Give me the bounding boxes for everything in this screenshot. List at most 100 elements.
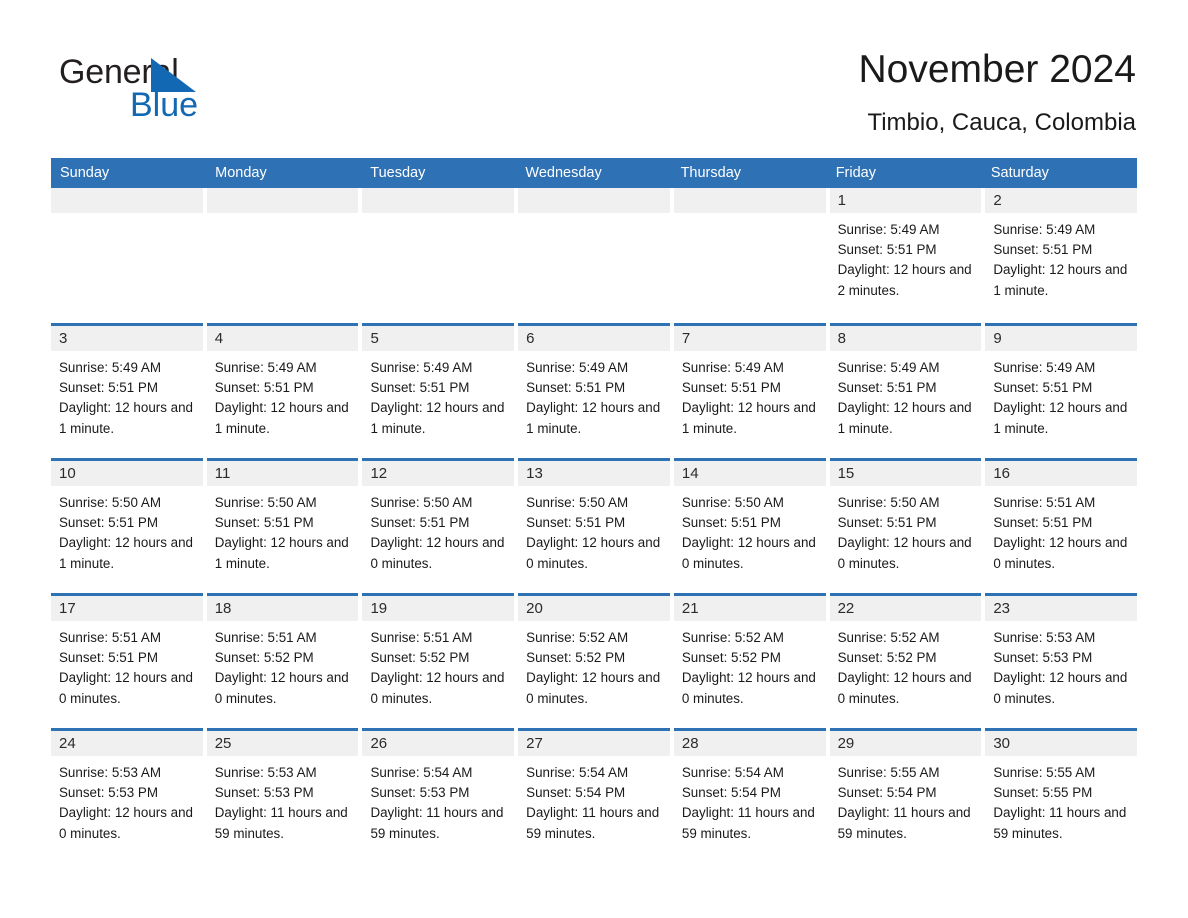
sunset-text: Sunset: 5:54 PM — [526, 785, 626, 801]
sunrise-text: Sunrise: 5:50 AM — [370, 495, 473, 510]
calendar-day-cell[interactable]: 18 Sunrise: 5:51 AM Sunset: 5:52 PM Dayligh… — [206, 593, 359, 728]
sunrise-text: Sunrise: 5:53 AM — [993, 630, 1096, 645]
daylight-text: Daylight: 12 hours and 1 minute. — [214, 535, 349, 571]
daylight-text: Daylight: 12 hours and 1 minute. — [837, 400, 972, 436]
day-number: 16 — [985, 461, 1138, 486]
sunrise-text: Sunrise: 5:49 AM — [59, 360, 161, 375]
sunset-text: Sunset: 5:51 PM — [370, 380, 470, 396]
day-details: Sunrise: 5:54 AM Sunset: 5:53 PM Daylight:… — [362, 756, 514, 844]
day-number: 27 — [518, 731, 670, 756]
daylight-text: Daylight: 12 hours and 0 minutes. — [837, 670, 972, 706]
sunrise-text: Sunrise: 5:50 AM — [59, 495, 161, 510]
calendar-day-cell[interactable]: 11 Sunrise: 5:50 AM Sunset: 5:51 PM Dayligh… — [206, 458, 359, 593]
title-block: November 2024 Timbio, Cauca, Colombia — [859, 46, 1137, 138]
generalblue-logo[interactable]: General Blue — [59, 52, 359, 124]
calendar-day-cell[interactable]: 21 Sunrise: 5:52 AM Sunset: 5:52 PM Dayligh… — [673, 593, 826, 728]
calendar-day-cell[interactable]: 6 Sunrise: 5:49 AM Sunset: 5:51 PM Daylight… — [518, 323, 670, 458]
calendar-day-cell[interactable]: 13 Sunrise: 5:50 AM Sunset: 5:51 PM Dayligh… — [518, 458, 670, 593]
calendar-page: General Blue November 2024 Timbio, Cauca… — [0, 0, 1188, 918]
daylight-text: Daylight: 12 hours and 1 minute. — [59, 535, 193, 571]
calendar-day-cell[interactable]: 15 Sunrise: 5:50 AM Sunset: 5:51 PM Dayligh… — [829, 458, 982, 593]
calendar-day-cell[interactable]: 12 Sunrise: 5:50 AM Sunset: 5:51 PM Dayligh… — [362, 458, 515, 593]
day-number: 23 — [985, 596, 1138, 621]
sunset-text: Sunset: 5:52 PM — [681, 650, 781, 666]
calendar-day-cell[interactable]: 16 Sunrise: 5:51 AM Sunset: 5:51 PM Dayligh… — [985, 458, 1138, 593]
calendar-day-cell-empty — [51, 188, 203, 323]
sunset-text: Sunset: 5:51 PM — [214, 380, 314, 396]
daylight-text: Daylight: 12 hours and 0 minutes. — [526, 535, 661, 571]
calendar-day-cell[interactable]: 30 Sunrise: 5:55 AM Sunset: 5:55 PM Dayligh… — [985, 728, 1138, 863]
calendar-day-cell[interactable]: 9 Sunrise: 5:49 AM Sunset: 5:51 PM Daylight… — [985, 323, 1138, 458]
sunrise-text: Sunrise: 5:52 AM — [837, 630, 940, 645]
daylight-text: Daylight: 12 hours and 1 minute. — [526, 400, 661, 436]
sunrise-text: Sunrise: 5:50 AM — [837, 495, 940, 510]
daylight-text: Daylight: 11 hours and 59 minutes. — [526, 805, 660, 841]
day-details: Sunrise: 5:52 AM Sunset: 5:52 PM Daylight:… — [674, 621, 826, 709]
calendar-day-cell[interactable]: 14 Sunrise: 5:50 AM Sunset: 5:51 PM Dayligh… — [673, 458, 826, 593]
day-details: Sunrise: 5:50 AM Sunset: 5:51 PM Daylight:… — [207, 486, 359, 574]
day-number: 18 — [206, 596, 359, 621]
sunset-text: Sunset: 5:55 PM — [993, 785, 1093, 801]
calendar-day-cell[interactable]: 5 Sunrise: 5:49 AM Sunset: 5:51 PM Daylight… — [362, 323, 515, 458]
page-title: November 2024 — [858, 48, 1137, 91]
day-number: 20 — [518, 596, 670, 621]
sunrise-text: Sunrise: 5:49 AM — [993, 360, 1096, 375]
calendar-day-cell[interactable]: 7 Sunrise: 5:49 AM Sunset: 5:51 PM Daylight… — [673, 323, 826, 458]
sunset-text: Sunset: 5:53 PM — [370, 785, 470, 801]
sunset-text: Sunset: 5:51 PM — [837, 242, 937, 258]
daylight-text: Daylight: 12 hours and 1 minute. — [370, 400, 505, 436]
calendar-day-cell[interactable]: 29 Sunrise: 5:55 AM Sunset: 5:54 PM Dayligh… — [829, 728, 982, 863]
day-details: Sunrise: 5:54 AM Sunset: 5:54 PM Daylight:… — [518, 756, 670, 844]
day-number: 4 — [206, 326, 359, 351]
calendar-day-cell[interactable]: 23 Sunrise: 5:53 AM Sunset: 5:53 PM Dayligh… — [985, 593, 1138, 728]
daylight-text: Daylight: 12 hours and 0 minutes. — [681, 670, 816, 706]
calendar-day-cell[interactable]: 1 Sunrise: 5:49 AM Sunset: 5:51 PM Daylight… — [829, 188, 982, 323]
sunrise-text: Sunrise: 5:49 AM — [681, 360, 784, 375]
sunset-text: Sunset: 5:51 PM — [993, 515, 1093, 531]
calendar-day-cell[interactable]: 8 Sunrise: 5:49 AM Sunset: 5:51 PM Daylight… — [829, 323, 982, 458]
sunset-text: Sunset: 5:51 PM — [993, 380, 1093, 396]
logo-text-blue: Blue — [130, 86, 199, 124]
sunset-text: Sunset: 5:51 PM — [681, 380, 781, 396]
day-details: Sunrise: 5:49 AM Sunset: 5:51 PM Daylight:… — [830, 351, 982, 439]
day-number: 9 — [985, 326, 1138, 351]
sunrise-text: Sunrise: 5:51 AM — [993, 495, 1096, 510]
sunset-text: Sunset: 5:54 PM — [837, 785, 937, 801]
calendar-day-cell[interactable]: 24 Sunrise: 5:53 AM Sunset: 5:53 PM Dayligh… — [51, 728, 203, 863]
sunset-text: Sunset: 5:51 PM — [837, 515, 937, 531]
sunrise-text: Sunrise: 5:52 AM — [681, 630, 784, 645]
calendar-day-cell[interactable]: 4 Sunrise: 5:49 AM Sunset: 5:51 PM Daylight… — [206, 323, 359, 458]
calendar-day-cell[interactable]: 19 Sunrise: 5:51 AM Sunset: 5:52 PM Dayligh… — [362, 593, 515, 728]
sunrise-text: Sunrise: 5:55 AM — [993, 765, 1096, 780]
day-details: Sunrise: 5:52 AM Sunset: 5:52 PM Daylight:… — [518, 621, 670, 709]
day-number: 10 — [51, 461, 203, 486]
sunrise-text: Sunrise: 5:54 AM — [526, 765, 629, 780]
calendar-day-cell[interactable]: 26 Sunrise: 5:54 AM Sunset: 5:53 PM Dayligh… — [362, 728, 515, 863]
day-number: 30 — [985, 731, 1138, 756]
daylight-text: Daylight: 12 hours and 0 minutes. — [59, 670, 193, 706]
calendar-day-cell[interactable]: 3 Sunrise: 5:49 AM Sunset: 5:51 PM Daylight… — [51, 323, 203, 458]
day-number: 11 — [206, 461, 359, 486]
calendar-day-cell[interactable]: 22 Sunrise: 5:52 AM Sunset: 5:52 PM Dayligh… — [829, 593, 982, 728]
day-number: 8 — [829, 326, 982, 351]
sunrise-text: Sunrise: 5:54 AM — [370, 765, 473, 780]
calendar-day-cell[interactable]: 20 Sunrise: 5:52 AM Sunset: 5:52 PM Dayligh… — [518, 593, 670, 728]
sunrise-text: Sunrise: 5:49 AM — [993, 222, 1096, 237]
weekday-header-sunday: Sunday — [60, 165, 110, 181]
calendar-day-cell[interactable]: 17 Sunrise: 5:51 AM Sunset: 5:51 PM Dayligh… — [51, 593, 203, 728]
calendar-day-cell[interactable]: 27 Sunrise: 5:54 AM Sunset: 5:54 PM Dayligh… — [518, 728, 670, 863]
daylight-text: Daylight: 12 hours and 0 minutes. — [59, 805, 193, 841]
calendar-week-row: 3 Sunrise: 5:49 AM Sunset: 5:51 PM Daylight… — [51, 323, 1138, 458]
sunrise-text: Sunrise: 5:53 AM — [214, 765, 317, 780]
weekday-header-wednesday: Wednesday — [525, 165, 602, 181]
sunrise-text: Sunrise: 5:51 AM — [214, 630, 317, 645]
calendar-day-cell[interactable]: 25 Sunrise: 5:53 AM Sunset: 5:53 PM Dayligh… — [206, 728, 359, 863]
calendar-day-cell[interactable]: 28 Sunrise: 5:54 AM Sunset: 5:54 PM Dayligh… — [673, 728, 826, 863]
calendar-day-cell[interactable]: 2 Sunrise: 5:49 AM Sunset: 5:51 PM Daylight… — [985, 188, 1138, 323]
calendar-day-cell[interactable]: 10 Sunrise: 5:50 AM Sunset: 5:51 PM Dayligh… — [51, 458, 203, 593]
sunset-text: Sunset: 5:51 PM — [526, 380, 626, 396]
calendar-grid: Sunday Monday Tuesday Wednesday Thursday… — [51, 158, 1138, 863]
day-number: 28 — [673, 731, 826, 756]
sunset-text: Sunset: 5:51 PM — [59, 380, 158, 396]
day-details: Sunrise: 5:53 AM Sunset: 5:53 PM Daylight:… — [207, 756, 359, 844]
